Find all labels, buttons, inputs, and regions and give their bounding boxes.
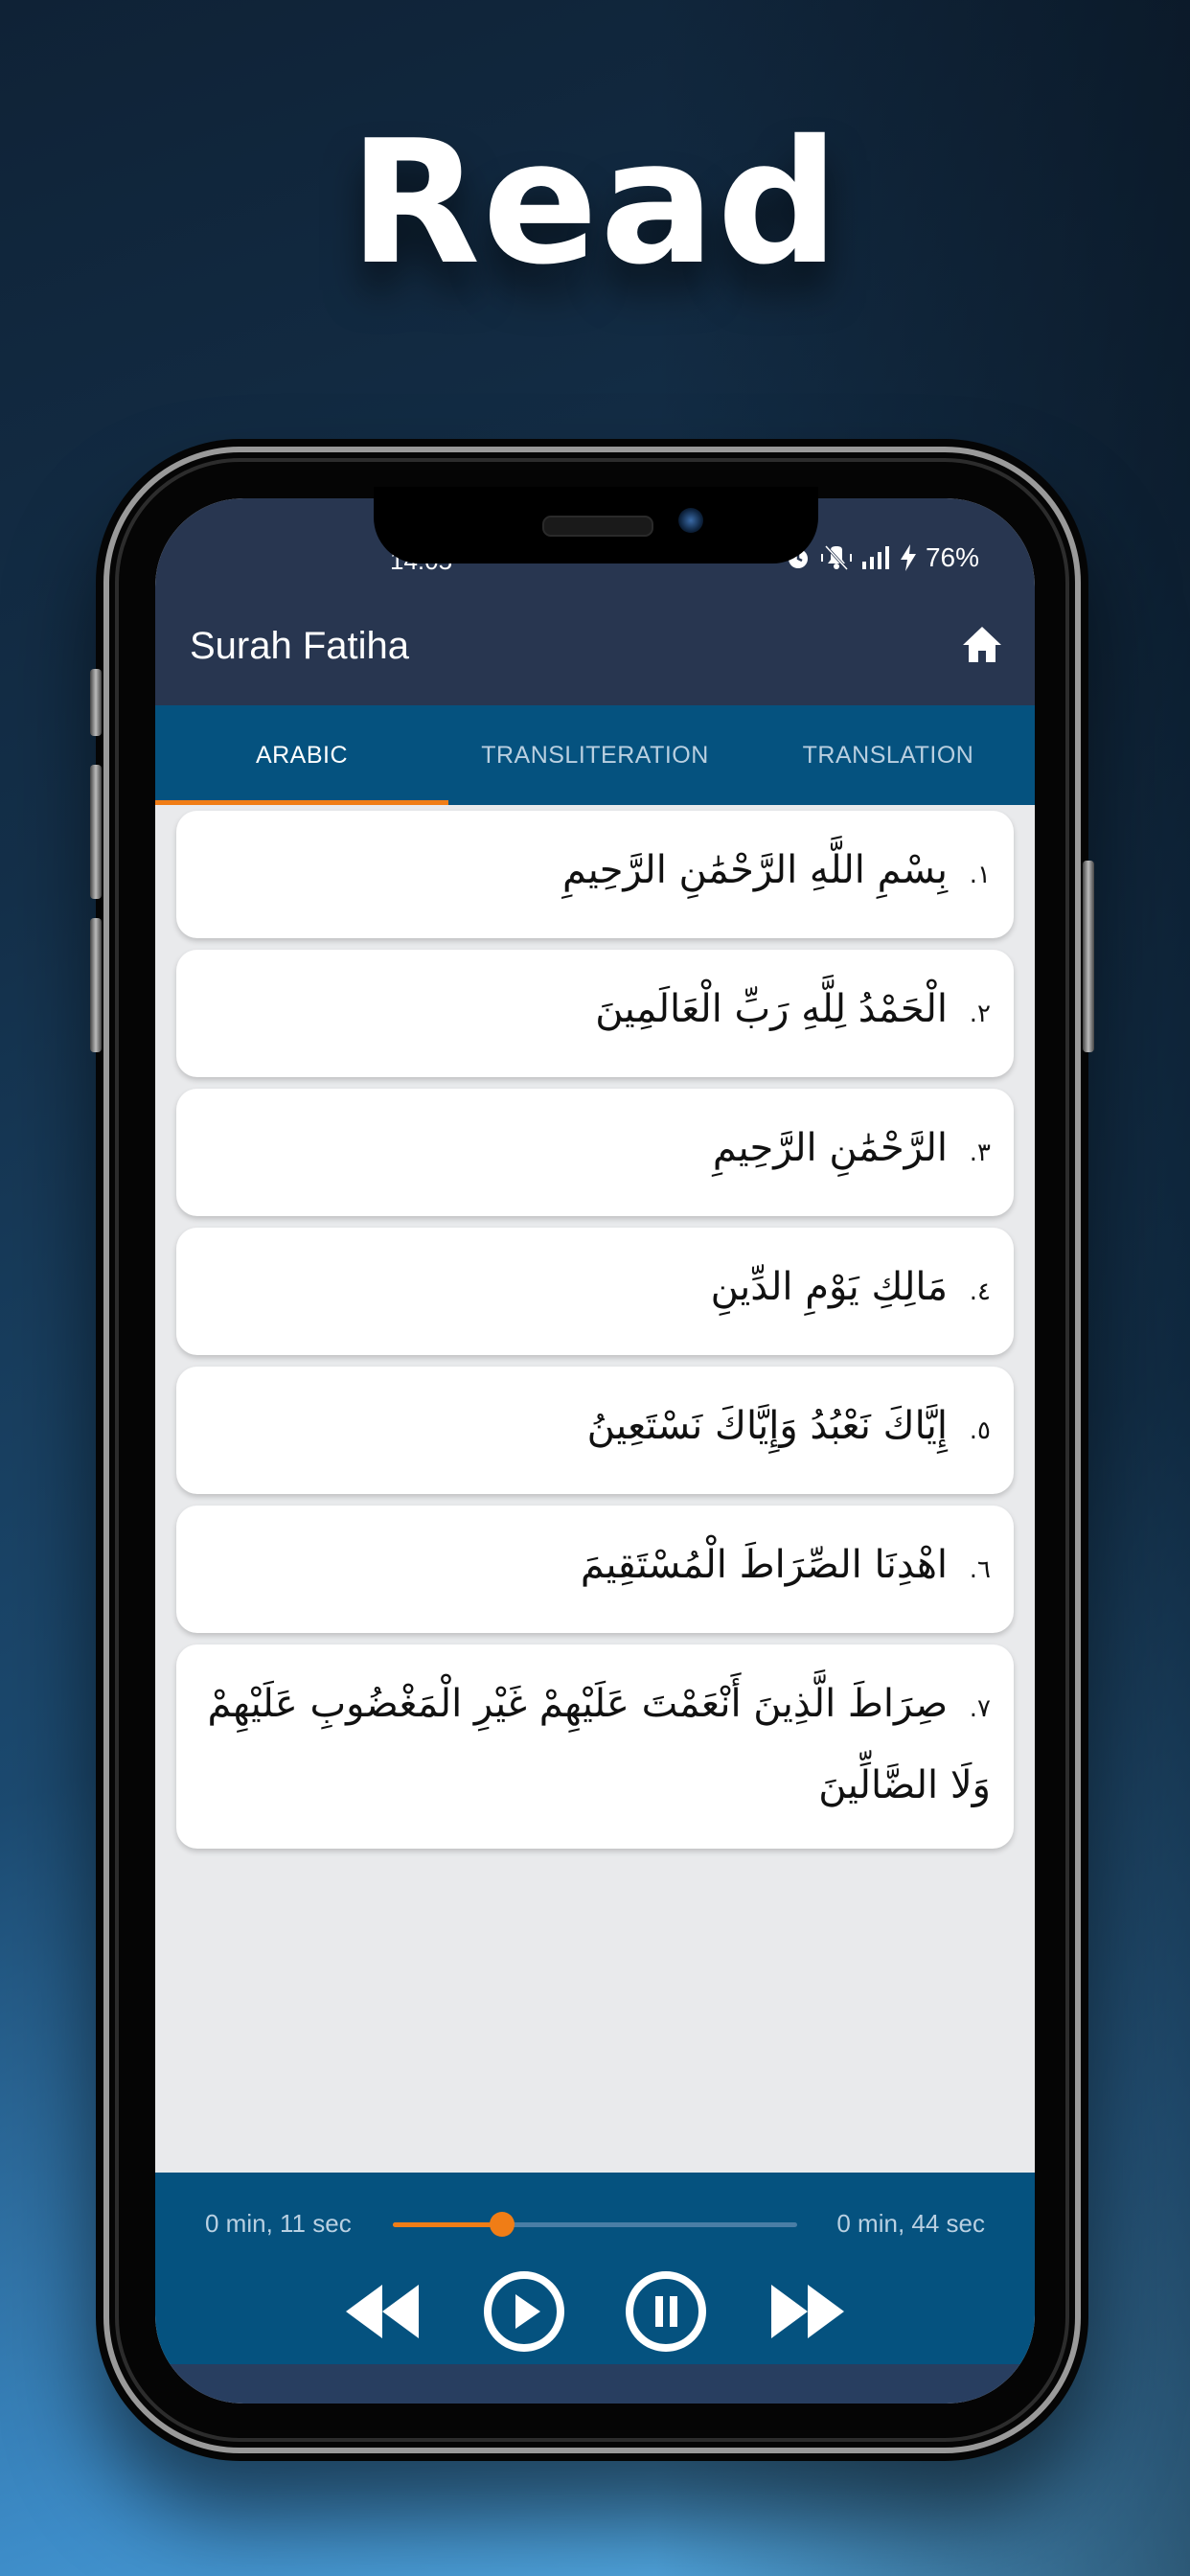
verse-text: الرَّحْمَٰنِ الرَّحِيمِ — [712, 1126, 949, 1170]
verse-card[interactable]: ٣. الرَّحْمَٰنِ الرَّحِيمِ — [176, 1089, 1014, 1216]
charging-icon — [900, 544, 916, 571]
verse-number: ٦. — [969, 1555, 991, 1584]
verse-number: ٥. — [969, 1416, 991, 1445]
speaker-grille — [542, 516, 653, 537]
phone-mute-switch — [90, 669, 102, 736]
total-time: 0 min, 44 sec — [836, 2209, 985, 2238]
phone-power-button — [1083, 861, 1094, 1052]
page-title: Surah Fatiha — [190, 625, 410, 667]
playback-controls — [155, 2268, 1035, 2355]
verse-card[interactable]: ٢. الْحَمْدُ لِلَّهِ رَبِّ الْعَالَمِينَ — [176, 950, 1014, 1077]
verse-card[interactable]: ٦. اهْدِنَا الصِّرَاطَ الْمُسْتَقِيمَ — [176, 1506, 1014, 1633]
verse-number: ٢. — [969, 1000, 991, 1028]
play-button[interactable] — [481, 2268, 567, 2355]
phone-volume-up — [90, 765, 102, 899]
system-nav-bar — [155, 2364, 1035, 2404]
tab-transliteration[interactable]: TRANSLITERATION — [448, 705, 742, 805]
tab-bar: ARABIC TRANSLITERATION TRANSLATION — [155, 705, 1035, 805]
app-bar: Surah Fatiha — [155, 586, 1035, 705]
verse-number: ٣. — [969, 1138, 991, 1167]
verse-number: ٧. — [969, 1694, 991, 1723]
tab-translation[interactable]: TRANSLATION — [742, 705, 1035, 805]
verse-text: صِرَاطَ الَّذِينَ أَنْعَمْتَ عَلَيْهِمْ … — [207, 1682, 991, 1807]
pause-button[interactable] — [623, 2268, 709, 2355]
signal-icon — [861, 546, 889, 569]
verse-card[interactable]: ١. بِسْمِ اللَّهِ الرَّحْمَٰنِ الرَّحِيم… — [176, 811, 1014, 938]
pause-icon — [626, 2271, 706, 2352]
mute-icon — [820, 544, 852, 571]
rewind-icon — [346, 2285, 419, 2338]
rewind-button[interactable] — [339, 2268, 425, 2355]
battery-level: 76% — [925, 542, 979, 572]
fast-forward-button[interactable] — [765, 2268, 851, 2355]
verse-card[interactable]: ٥. إِيَّاكَ نَعْبُدُ وَإِيَّاكَ نَسْتَعِ… — [176, 1367, 1014, 1494]
headline: Read — [349, 104, 841, 302]
current-time: 0 min, 11 sec — [205, 2209, 352, 2238]
seek-bar[interactable] — [393, 2212, 797, 2237]
verse-card[interactable]: ٧. صِرَاطَ الَّذِينَ أَنْعَمْتَ عَلَيْهِ… — [176, 1644, 1014, 1849]
audio-player: 0 min, 11 sec 0 min, 44 sec — [155, 2173, 1035, 2364]
tab-arabic[interactable]: ARABIC — [155, 705, 448, 805]
seek-progress — [393, 2222, 502, 2227]
phone-volume-down — [90, 918, 102, 1052]
phone-notch — [374, 487, 818, 564]
home-icon — [963, 627, 1001, 662]
verse-number: ١. — [969, 861, 991, 889]
fast-forward-icon — [771, 2285, 844, 2338]
verse-text: إِيَّاكَ نَعْبُدُ وَإِيَّاكَ نَسْتَعِينُ — [586, 1404, 949, 1448]
verse-text: مَالِكِ يَوْمِ الدِّينِ — [710, 1265, 949, 1309]
verse-card[interactable]: ٤. مَالِكِ يَوْمِ الدِّينِ — [176, 1228, 1014, 1355]
verse-text: اهْدِنَا الصِّرَاطَ الْمُسْتَقِيمَ — [580, 1543, 949, 1587]
camera-icon — [678, 508, 703, 533]
app-screen: 14:05 76% Surah Fatiha ARABIC TRANSLITER… — [155, 498, 1035, 2404]
home-button[interactable] — [958, 621, 1006, 669]
seek-thumb[interactable] — [489, 2212, 515, 2237]
verse-text: بِسْمِ اللَّهِ الرَّحْمَٰنِ الرَّحِيمِ — [562, 848, 949, 892]
play-icon — [484, 2271, 564, 2352]
verse-text: الْحَمْدُ لِلَّهِ رَبِّ الْعَالَمِينَ — [595, 987, 949, 1031]
verse-list: ١. بِسْمِ اللَّهِ الرَّحْمَٰنِ الرَّحِيم… — [176, 811, 1014, 1860]
verse-number: ٤. — [969, 1277, 991, 1306]
